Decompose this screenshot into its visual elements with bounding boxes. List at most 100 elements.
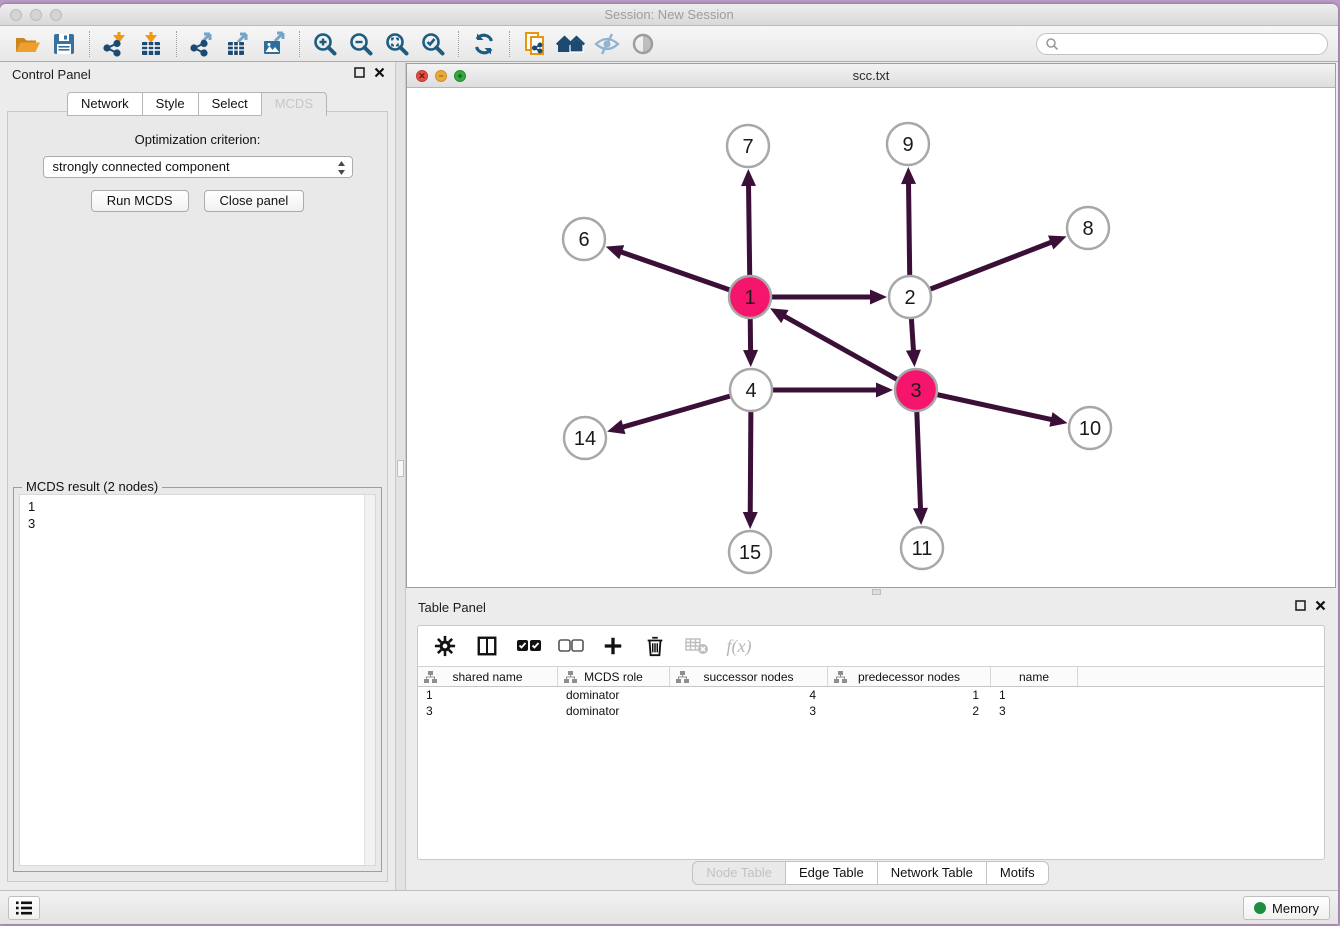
control-panel: Control Panel NetworkStyleSelectMCDS Opt… xyxy=(0,62,395,890)
first-neighbors-button[interactable] xyxy=(553,29,589,59)
graph-node-2[interactable]: 2 xyxy=(889,276,931,318)
zoom-in-button[interactable] xyxy=(307,29,343,59)
search-input[interactable] xyxy=(1059,37,1319,51)
graph-node-1[interactable]: 1 xyxy=(729,276,771,318)
open-folder-icon xyxy=(14,32,42,56)
export-table-button[interactable] xyxy=(220,29,256,59)
deselect-all-columns-button[interactable] xyxy=(558,633,584,659)
graph-node-14[interactable]: 14 xyxy=(564,417,606,459)
zoom-in-icon xyxy=(312,31,338,57)
tab-node-table[interactable]: Node Table xyxy=(692,861,786,885)
close-panel-button[interactable]: Close panel xyxy=(204,190,305,212)
graph-node-6[interactable]: 6 xyxy=(563,218,605,260)
toolbar-separator xyxy=(176,31,177,57)
delete-column-button[interactable] xyxy=(642,633,668,659)
delete-table-icon xyxy=(685,637,709,655)
graph-edge-3-1[interactable] xyxy=(770,308,916,390)
column-header-predecessor-nodes[interactable]: predecessor nodes xyxy=(828,667,991,686)
hierarchy-icon xyxy=(676,671,689,683)
graph-node-7[interactable]: 7 xyxy=(727,125,769,167)
main-toolbar xyxy=(0,26,1338,62)
tab-edge-table[interactable]: Edge Table xyxy=(785,861,878,885)
graph-node-10[interactable]: 10 xyxy=(1069,407,1111,449)
tab-mcds[interactable]: MCDS xyxy=(261,92,327,116)
column-header-successor-nodes[interactable]: successor nodes xyxy=(670,667,828,686)
table-row[interactable]: 1dominator411 xyxy=(418,687,1324,703)
memory-button[interactable]: Memory xyxy=(1243,896,1330,920)
splitter-handle[interactable] xyxy=(397,460,404,477)
tab-select[interactable]: Select xyxy=(198,92,262,116)
delete-table-button[interactable] xyxy=(684,633,710,659)
trash-icon xyxy=(645,635,665,657)
control-panel-tabs: NetworkStyleSelectMCDS xyxy=(0,92,395,116)
checked-boxes-icon xyxy=(516,639,542,653)
mcds-result-textarea[interactable]: 13 xyxy=(19,494,376,866)
apply-function-button[interactable]: f(x) xyxy=(726,633,752,659)
graph-node-3[interactable]: 3 xyxy=(895,369,937,411)
graph-edge-2-8[interactable] xyxy=(910,235,1067,297)
float-panel-icon[interactable] xyxy=(354,67,365,78)
window-titlebar: Session: New Session xyxy=(0,4,1338,26)
graph-node-11[interactable]: 11 xyxy=(901,527,943,569)
clone-network-button[interactable] xyxy=(517,29,553,59)
table-row[interactable]: 3dominator323 xyxy=(418,703,1324,719)
graph-node-8[interactable]: 8 xyxy=(1067,207,1109,249)
svg-text:6: 6 xyxy=(578,229,589,251)
svg-text:3: 3 xyxy=(910,380,921,402)
table-tabs: Node TableEdge TableNetwork TableMotifs xyxy=(406,861,1336,885)
select-all-columns-button[interactable] xyxy=(516,633,542,659)
svg-text:2: 2 xyxy=(904,287,915,309)
clone-network-icon xyxy=(522,31,548,57)
graph-node-9[interactable]: 9 xyxy=(887,123,929,165)
task-history-button[interactable] xyxy=(8,896,40,920)
export-image-button[interactable] xyxy=(256,29,292,59)
vertical-splitter[interactable] xyxy=(395,62,406,890)
close-table-panel-icon[interactable] xyxy=(1315,600,1326,611)
network-canvas[interactable]: 7 9 6 8 1 2 4 3 14 10 15 11 xyxy=(407,88,1335,587)
export-network-button[interactable] xyxy=(184,29,220,59)
hierarchy-icon xyxy=(564,671,577,683)
mcds-result-group: MCDS result (2 nodes) 13 xyxy=(13,487,382,872)
create-column-button[interactable] xyxy=(600,633,626,659)
zoom-out-icon xyxy=(348,31,374,57)
zoom-fit-button[interactable] xyxy=(379,29,415,59)
criterion-dropdown[interactable]: strongly connected component xyxy=(43,156,353,178)
tab-style[interactable]: Style xyxy=(142,92,199,116)
column-header-name[interactable]: name xyxy=(991,667,1078,686)
save-session-button[interactable] xyxy=(46,29,82,59)
zoom-selected-icon xyxy=(420,31,446,57)
table-settings-button[interactable] xyxy=(432,633,458,659)
zoom-out-button[interactable] xyxy=(343,29,379,59)
table-cell: 2 xyxy=(828,703,991,719)
tab-network-table[interactable]: Network Table xyxy=(877,861,987,885)
graph-edge-1-6[interactable] xyxy=(606,245,750,297)
graph-edge-3-10[interactable] xyxy=(916,390,1068,427)
application-window: Session: New Session xyxy=(0,4,1338,924)
close-panel-icon[interactable] xyxy=(374,67,385,78)
export-table-icon xyxy=(225,31,251,57)
hide-selected-button[interactable] xyxy=(589,29,625,59)
tab-motifs[interactable]: Motifs xyxy=(986,861,1049,885)
refresh-button[interactable] xyxy=(466,29,502,59)
search-field[interactable] xyxy=(1036,33,1328,55)
node-table-container: f(x) shared nameMCDS rolesuccessor nodes… xyxy=(417,625,1325,860)
toggle-details-button[interactable] xyxy=(625,29,661,59)
import-table-button[interactable] xyxy=(133,29,169,59)
column-header-MCDS-role[interactable]: MCDS role xyxy=(558,667,670,686)
hierarchy-icon xyxy=(834,671,847,683)
result-scrollbar[interactable] xyxy=(364,495,375,865)
graph-edge-4-14[interactable] xyxy=(607,390,751,434)
zoom-selected-button[interactable] xyxy=(415,29,451,59)
window-title: Session: New Session xyxy=(0,4,1338,26)
import-network-button[interactable] xyxy=(97,29,133,59)
column-header-shared-name[interactable]: shared name xyxy=(418,667,558,686)
show-column-panel-button[interactable] xyxy=(474,633,500,659)
open-session-button[interactable] xyxy=(10,29,46,59)
tab-network[interactable]: Network xyxy=(67,92,143,116)
graph-node-4[interactable]: 4 xyxy=(730,369,772,411)
run-mcds-button[interactable]: Run MCDS xyxy=(91,190,189,212)
graph-node-15[interactable]: 15 xyxy=(729,531,771,573)
toolbar-separator xyxy=(509,31,510,57)
svg-text:14: 14 xyxy=(574,428,596,450)
float-table-panel-icon[interactable] xyxy=(1295,600,1306,611)
